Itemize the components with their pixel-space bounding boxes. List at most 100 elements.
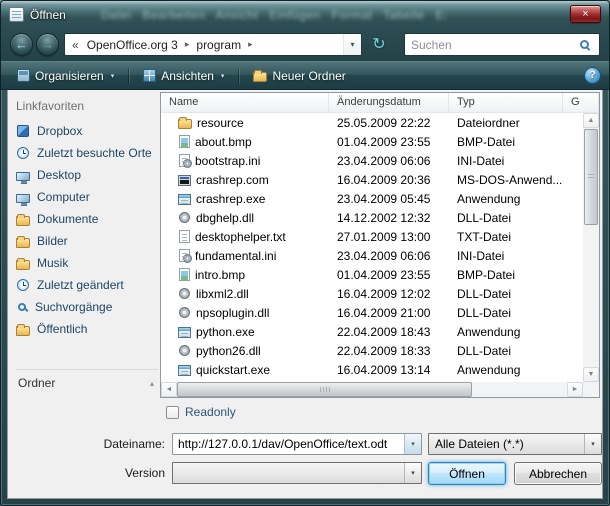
file-name-cell: about.bmp <box>161 135 329 149</box>
file-row[interactable]: npsoplugin.dll 16.04.2009 21:00 DLL-Date… <box>161 303 583 322</box>
readonly-checkbox[interactable] <box>166 406 179 419</box>
application-icon <box>178 365 191 376</box>
back-button[interactable]: ← <box>10 33 33 56</box>
application-icon <box>178 327 191 338</box>
sidebar-item-music[interactable]: Musik <box>16 252 158 274</box>
filetype-value: Alle Dateien (*.*) <box>429 434 584 454</box>
breadcrumb-item-openoffice[interactable]: OpenOffice.org 3 <box>84 38 181 52</box>
new-folder-button[interactable]: Neuer Ordner <box>245 66 353 86</box>
file-name-cell: crashrep.com <box>161 173 329 187</box>
file-name: fundamental.ini <box>195 249 276 263</box>
file-name-cell: npsoplugin.dll <box>161 305 329 320</box>
address-breadcrumb-bar[interactable]: « OpenOffice.org 3 ▸ program ▸ ▾ <box>64 33 362 56</box>
breadcrumb-item-program[interactable]: program <box>193 38 244 52</box>
file-row[interactable]: python.exe 22.04.2009 18:43 Anwendung <box>161 322 583 341</box>
file-row[interactable]: desktophelper.txt 27.01.2009 13:00 TXT-D… <box>161 227 583 246</box>
file-date: 27.01.2009 13:00 <box>329 230 449 244</box>
file-date: 22.04.2009 18:33 <box>329 344 449 358</box>
horizontal-scrollbar[interactable]: ◄ ► <box>161 382 583 397</box>
favorites-header: Linkfavoriten <box>16 94 158 120</box>
file-row[interactable]: python26.dll 22.04.2009 18:33 DLL-Datei <box>161 341 583 360</box>
column-header-size[interactable]: G <box>563 93 599 112</box>
sidebar-item-public[interactable]: Öffentlich <box>16 318 158 340</box>
search-box[interactable] <box>404 33 600 56</box>
scroll-up-button[interactable]: ▲ <box>583 113 599 128</box>
file-name: npsoplugin.dll <box>196 306 269 320</box>
scroll-left-button[interactable]: ◄ <box>161 382 177 397</box>
toolbar-separator <box>238 68 239 84</box>
file-row[interactable]: fundamental.ini 23.04.2009 06:06 INI-Dat… <box>161 246 583 265</box>
file-name: intro.bmp <box>195 268 245 282</box>
views-button[interactable]: Ansichten ▾ <box>135 66 232 86</box>
arrow-down-icon: ▼ <box>588 371 595 378</box>
file-type: DLL-Datei <box>449 287 563 301</box>
file-name-cell: resource <box>161 116 329 130</box>
filename-combobox[interactable]: ▾ <box>172 433 422 455</box>
dialog-controls: Readonly Dateiname: ▾ Alle Dateien (*.*)… <box>8 398 602 498</box>
dll-file-icon <box>179 288 190 299</box>
sidebar-item-dropbox[interactable]: Dropbox <box>16 120 158 142</box>
back-arrow-icon: ← <box>15 37 28 52</box>
arrow-right-icon: ► <box>572 386 579 393</box>
sidebar-item-documents[interactable]: Dokumente <box>16 208 158 230</box>
chevron-right-icon[interactable]: ▸ <box>181 39 194 50</box>
scroll-right-button[interactable]: ► <box>567 382 583 397</box>
sidebar-item-recently-changed[interactable]: Zuletzt geändert <box>16 274 158 296</box>
command-toolbar: Organisieren ▾ Ansichten ▾ Neuer Ordner … <box>1 61 609 90</box>
file-row[interactable]: about.bmp 01.04.2009 23:55 BMP-Datei <box>161 132 583 151</box>
organize-button[interactable]: Organisieren ▾ <box>9 66 122 86</box>
column-header-name[interactable]: Name <box>161 93 329 112</box>
vertical-scroll-thumb[interactable] <box>584 129 598 225</box>
file-row[interactable]: libxml2.dll 16.04.2009 12:02 DLL-Datei <box>161 284 583 303</box>
version-dropdown-button[interactable]: ▾ <box>404 463 421 483</box>
address-dropdown-button[interactable]: ▾ <box>343 34 361 55</box>
file-name: resource <box>197 116 244 130</box>
scroll-down-button[interactable]: ▼ <box>583 367 599 382</box>
open-button[interactable]: Öffnen <box>428 462 506 485</box>
ini-file-icon <box>179 154 190 167</box>
organize-label: Organisieren <box>35 69 104 83</box>
file-row[interactable]: intro.bmp 01.04.2009 23:55 BMP-Datei <box>161 265 583 284</box>
chevron-right-icon[interactable]: ▸ <box>244 39 257 50</box>
sidebar-item-computer[interactable]: Computer <box>16 186 158 208</box>
column-header-type[interactable]: Typ <box>449 93 563 112</box>
forward-button[interactable]: → <box>36 33 59 56</box>
file-name-cell: dbghelp.dll <box>161 210 329 225</box>
folders-pane-toggle[interactable]: Ordner ▴ <box>16 369 158 396</box>
cancel-button[interactable]: Abbrechen <box>514 462 602 485</box>
titlebar[interactable]: Öffnen Datei Bearbeiten Ansicht Einfügen… <box>1 1 609 28</box>
readonly-label[interactable]: Readonly <box>185 405 236 419</box>
sidebar-item-label: Suchvorgänge <box>35 300 112 314</box>
filetype-dropdown-button[interactable]: ▾ <box>584 434 601 454</box>
file-row[interactable]: crashrep.exe 23.04.2009 05:45 Anwendung <box>161 189 583 208</box>
recently-changed-icon <box>17 279 29 291</box>
help-button[interactable]: ? <box>584 67 601 84</box>
sidebar-item-recent-places[interactable]: Zuletzt besuchte Orte <box>16 142 158 164</box>
sidebar-item-searches[interactable]: Suchvorgänge <box>16 296 158 318</box>
file-row[interactable]: bootstrap.ini 23.04.2009 06:06 INI-Datei <box>161 151 583 170</box>
refresh-button[interactable]: ↻ <box>367 33 391 56</box>
sidebar-item-pictures[interactable]: Bilder <box>16 230 158 252</box>
close-button[interactable]: × <box>570 5 601 23</box>
filetype-combobox[interactable]: Alle Dateien (*.*) ▾ <box>428 433 602 455</box>
file-row[interactable]: dbghelp.dll 14.12.2002 12:32 DLL-Datei <box>161 208 583 227</box>
search-input[interactable] <box>407 38 580 52</box>
breadcrumb-overflow-chevron[interactable]: « <box>65 38 84 52</box>
background-window-ghost-text: Datei Bearbeiten Ansicht Einfügen Format… <box>101 8 446 22</box>
filename-dropdown-button[interactable]: ▾ <box>404 434 421 454</box>
file-type: Anwendung <box>449 363 563 377</box>
column-header-date[interactable]: Änderungsdatum <box>329 93 449 112</box>
search-icon <box>18 303 26 311</box>
file-row[interactable]: crashrep.com 16.04.2009 20:36 MS-DOS-Anw… <box>161 170 583 189</box>
vertical-scrollbar[interactable]: ▲ ▼ <box>583 113 599 382</box>
filename-input[interactable] <box>173 434 404 454</box>
arrow-left-icon: ◄ <box>166 386 173 393</box>
horizontal-scroll-thumb[interactable] <box>177 382 472 397</box>
version-combobox[interactable]: ▾ <box>172 462 422 484</box>
file-type: MS-DOS-Anwend... <box>449 173 563 187</box>
file-row[interactable]: resource 25.05.2009 22:22 Dateiordner <box>161 113 583 132</box>
file-list: Name Änderungsdatum Typ G resource 25.05… <box>160 92 600 398</box>
file-name-cell: bootstrap.ini <box>161 154 329 168</box>
file-row[interactable]: quickstart.exe 16.04.2009 13:14 Anwendun… <box>161 360 583 379</box>
sidebar-item-desktop[interactable]: Desktop <box>16 164 158 186</box>
